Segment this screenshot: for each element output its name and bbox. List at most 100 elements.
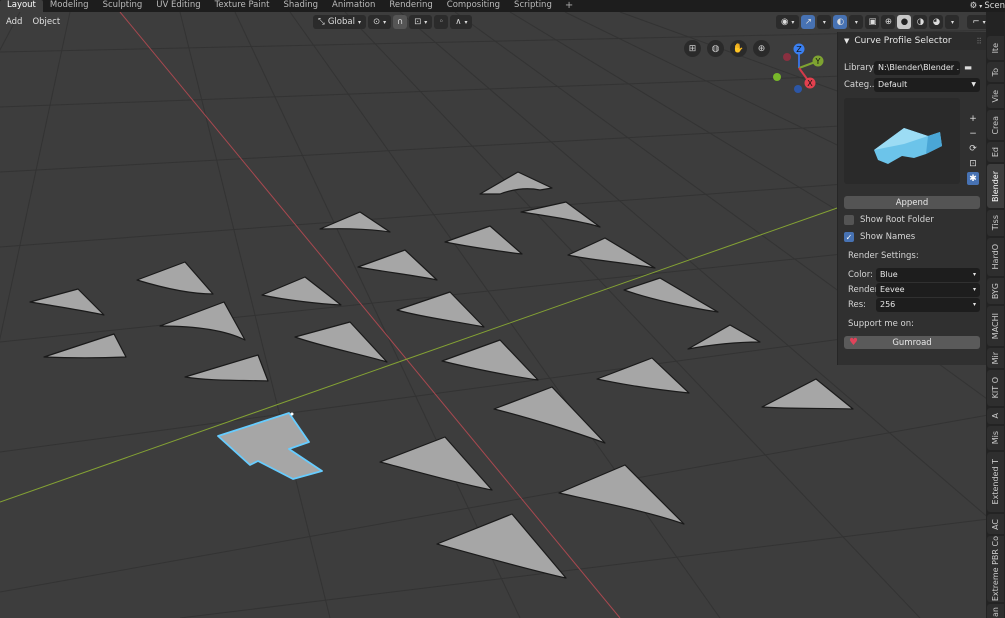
curve-profile [567, 237, 656, 269]
tab-scripting[interactable]: Scripting [507, 0, 559, 12]
rendered-sphere-icon: ◕ [932, 17, 941, 27]
blender-window: Layout Modeling Sculpting UV Editing Tex… [0, 0, 1005, 618]
y-axis-label: Y [815, 57, 821, 66]
heart-icon: ♥ [849, 337, 858, 348]
falloff-dropdown[interactable]: ∧ ▾ [450, 15, 473, 29]
gizmo-toggle[interactable]: ↗ [801, 15, 816, 29]
chevron-down-icon: ▾ [357, 18, 361, 26]
sidebar-tab-tissue[interactable]: Tiss [987, 210, 1004, 236]
resolution-dropdown[interactable]: 256 ▾ [876, 298, 980, 312]
sidebar-tab-create[interactable]: Crea [987, 110, 1004, 140]
color-value: Blue [880, 270, 898, 279]
grid-view-icon[interactable]: ⊞ [684, 40, 701, 57]
3d-viewport[interactable]: Add Object ⤡ Global ▾ ⊙ ▾ ∩ ⊡ ▾ ◦ ∧ ▾ ◉ ▾ ↗ … [0, 12, 1005, 618]
falloff-icon: ∧ [455, 17, 462, 27]
show-names-checkbox[interactable]: ✓ [844, 232, 854, 242]
sidebar-tab-a[interactable]: A [987, 408, 1004, 424]
resolution-row: Res: 256 ▾ [848, 298, 980, 312]
sidebar-tab-byg[interactable]: BYG [987, 278, 1004, 304]
show-names-row[interactable]: ✓ Show Names [844, 232, 915, 242]
tab-sculpting[interactable]: Sculpting [96, 0, 150, 12]
magnet-icon: ∩ [396, 17, 404, 27]
proportional-editing-toggle[interactable]: ◦ [434, 15, 449, 29]
sidebar-tab-misc[interactable]: Mis [987, 426, 1004, 450]
camera-icon[interactable]: ◍ [707, 40, 724, 57]
hand-icon[interactable]: ✋ [730, 40, 747, 57]
sidebar-tab-ac[interactable]: AC [987, 514, 1004, 534]
sidebar-tab-blender[interactable]: Blender [987, 164, 1004, 208]
folder-icon[interactable]: ▬ [964, 63, 972, 73]
tab-texture-paint[interactable]: Texture Paint [208, 0, 277, 12]
shading-rendered[interactable]: ◕ [929, 15, 944, 29]
tab-uv-editing[interactable]: UV Editing [149, 0, 207, 12]
sidebar-tab-overflow[interactable]: an [987, 604, 1004, 618]
show-root-folder-checkbox[interactable] [844, 215, 854, 225]
tab-compositing[interactable]: Compositing [440, 0, 507, 12]
sidebar-tab-tool[interactable]: To [987, 62, 1004, 82]
object-menu[interactable]: Object [28, 15, 64, 29]
tab-shading[interactable]: Shading [276, 0, 325, 12]
render-settings-label: Render Settings: [848, 251, 919, 261]
res-value: 256 [880, 300, 896, 309]
shading-material[interactable]: ◑ [913, 15, 928, 29]
tab-modeling[interactable]: Modeling [43, 0, 96, 12]
render-icon[interactable]: ⊡ [967, 157, 979, 170]
tab-animation[interactable]: Animation [325, 0, 382, 12]
scene-icon: ⚙ [969, 1, 978, 11]
gumroad-button[interactable]: ♥ Gumroad [844, 336, 980, 349]
plus-icon[interactable]: + [559, 1, 579, 11]
sidebar-tab-hardops[interactable]: HardO [987, 238, 1004, 276]
curve-profile [493, 386, 606, 444]
plus-icon[interactable]: + [967, 112, 979, 125]
library-label: Library: [844, 63, 876, 73]
show-root-folder-row[interactable]: Show Root Folder [844, 215, 934, 225]
profile-preview-thumbnail[interactable] [844, 98, 960, 184]
curve-profile [623, 277, 719, 313]
panel-header[interactable]: ▼ Curve Profile Selector ⠿ [838, 32, 986, 50]
snap-toggle[interactable]: ∩ [393, 15, 408, 29]
sidebar-tab-kitops[interactable]: KIT O [987, 370, 1004, 406]
scene-selector[interactable]: ⚙ ▾ Scen [970, 0, 1005, 12]
add-menu[interactable]: Add [2, 15, 26, 29]
pivot-point-dropdown[interactable]: ⊙ ▾ [367, 15, 392, 29]
res-label: Res: [848, 300, 867, 310]
render-engine-row: Render: Eevee ▾ [848, 283, 980, 297]
sidebar-tab-machin3[interactable]: MACHI [987, 306, 1004, 346]
category-dropdown[interactable]: Default ▼ [874, 78, 980, 92]
sidebar-tab-extended-tools[interactable]: Extended T [987, 452, 1004, 512]
xray-toggle[interactable]: ▣ [865, 15, 880, 29]
refresh-icon[interactable]: ⟳ [967, 142, 979, 155]
transform-orientation-dropdown[interactable]: ⤡ Global ▾ [313, 15, 366, 29]
chevron-down-icon: ▾ [972, 271, 976, 278]
curve-profile [136, 261, 214, 295]
snap-target-dropdown[interactable]: ⊡ ▾ [409, 15, 433, 29]
settings-icon[interactable]: ✱ [967, 172, 979, 185]
render-engine-dropdown[interactable]: Eevee ▾ [876, 283, 980, 297]
library-path-field[interactable]: N:\Blender\Blender ... [874, 61, 960, 75]
tab-layout[interactable]: Layout [0, 0, 43, 12]
curve-profile [558, 464, 685, 525]
tab-rendering[interactable]: Rendering [382, 0, 439, 12]
curve-profile [687, 324, 761, 350]
chevron-down-icon: ▾ [464, 18, 468, 26]
pivot-icon: ⊙ [372, 17, 381, 27]
append-button[interactable]: Append [844, 196, 980, 209]
shading-wireframe[interactable]: ⊕ [881, 15, 896, 29]
sidebar-tab-mirror[interactable]: Mir [987, 348, 1004, 368]
sidebar-tab-view[interactable]: Vie [987, 84, 1004, 108]
color-dropdown[interactable]: Blue ▾ [876, 268, 980, 282]
visibility-dropdown[interactable]: ◉ ▾ [776, 15, 800, 29]
overlays-toggle[interactable]: ◐ [833, 15, 848, 29]
axis-gizmo[interactable]: Z Y X [768, 40, 830, 98]
shading-solid[interactable]: ● [897, 15, 912, 29]
minus-icon[interactable]: − [967, 127, 979, 140]
gizmo-dropdown[interactable]: ▾ [817, 15, 832, 29]
shading-dropdown[interactable]: ▾ [945, 15, 960, 29]
selected-curve-profile [217, 412, 323, 480]
sidebar-tab-item[interactable]: Ite [987, 36, 1004, 60]
sidebar-tab-edit[interactable]: Ed [987, 142, 1004, 162]
overlays-dropdown[interactable]: ▾ [849, 15, 864, 29]
render-value: Eevee [880, 285, 905, 294]
drag-handle-icon[interactable]: ⠿ [976, 37, 982, 46]
sidebar-tab-extreme-pbr[interactable]: Extreme PBR Co [987, 536, 1004, 602]
